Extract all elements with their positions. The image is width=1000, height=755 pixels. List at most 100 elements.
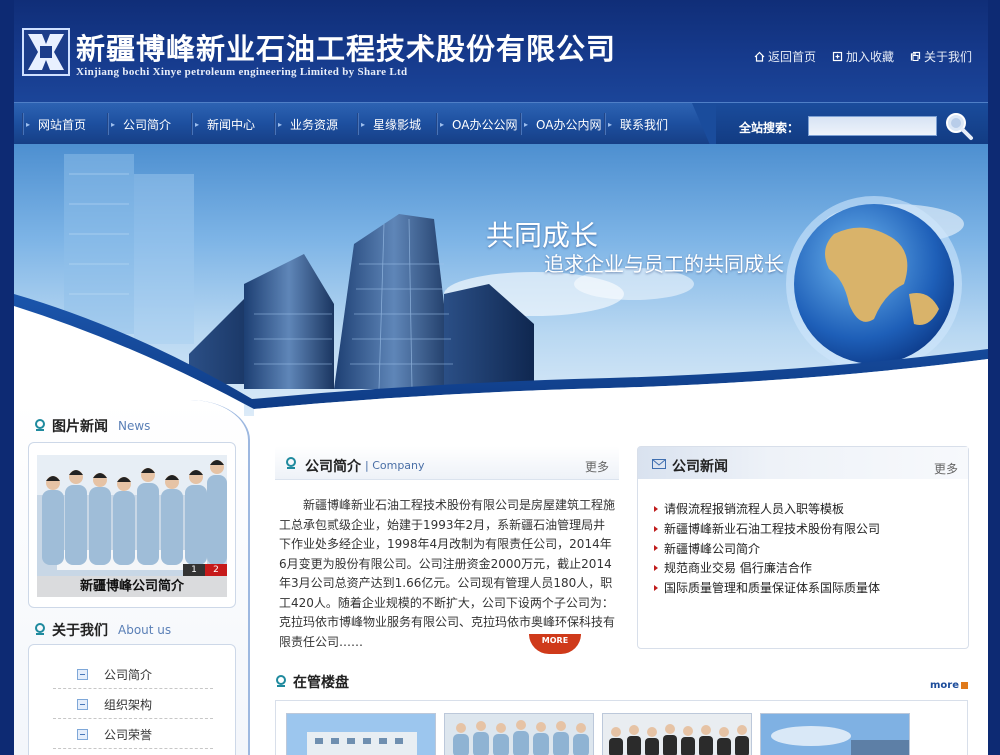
nav-separator <box>357 113 359 135</box>
company-intro-title-en-text: Company <box>372 459 425 472</box>
company-name-en: Xinjiang bochi Xinye petroleum engineeri… <box>76 66 408 78</box>
nav-label: OA办公公网 <box>452 117 518 132</box>
nav-company-intro[interactable]: ▸ 公司简介 <box>107 103 191 145</box>
building-thumb[interactable] <box>602 713 752 755</box>
pic-news-title-en: News <box>118 419 151 433</box>
news-item[interactable]: 规范商业交易 倡行廉洁合作 <box>654 558 880 578</box>
about-title-en: About us <box>118 623 172 637</box>
buildings-title: 在管楼盘 <box>293 675 349 691</box>
news-item[interactable]: 请假流程报销流程人员入职等模板 <box>654 499 880 519</box>
search-icon <box>946 113 973 140</box>
nav-separator <box>604 113 606 135</box>
banner-illustration <box>14 154 988 416</box>
company-intro-more-link[interactable]: 更多 <box>585 458 609 475</box>
about-menu: 公司简介 组织架构 公司荣誉 <box>28 644 236 755</box>
info-icon <box>910 51 921 62</box>
pic-news-heading: 图片新闻 News <box>34 416 150 436</box>
building-thumb[interactable] <box>760 713 910 755</box>
search-input[interactable] <box>808 116 937 136</box>
favorite-icon <box>832 51 843 62</box>
hero-banner: 共同成长 追求企业与员工的共同成长 <box>14 144 988 416</box>
pic-news-pager: 1 2 <box>183 564 227 576</box>
about-item-honors[interactable]: 公司荣誉 <box>53 721 213 749</box>
company-intro-title: 公司简介 <box>305 459 361 475</box>
top-links: 返回首页 加入收藏 关于我们 <box>754 48 972 65</box>
nav-news-center[interactable]: ▸ 新闻中心 <box>191 103 274 145</box>
building-thumb[interactable] <box>444 713 594 755</box>
nav-arrow-icon: ▸ <box>278 120 283 129</box>
triangle-bullet-icon <box>654 505 658 512</box>
news-item-title: 新疆博峰新业石油工程技术股份有限公司 <box>664 522 881 537</box>
about-item-label: 公司荣誉 <box>104 728 153 742</box>
news-item[interactable]: 新疆博峰新业石油工程技术股份有限公司 <box>654 519 880 539</box>
nav-business[interactable]: ▸ 业务资源 <box>274 103 357 145</box>
search-label: 全站搜索： <box>739 121 800 135</box>
nav-separator <box>107 113 109 135</box>
staff-photo <box>603 714 751 755</box>
triangle-bullet-icon <box>654 545 658 552</box>
company-intro-text: 新疆博峰新业石油工程技术股份有限公司是房屋建筑工程施工总承包贰级企业，始建于19… <box>279 498 616 649</box>
about-link[interactable]: 关于我们 <box>910 48 972 65</box>
pic-news-caption[interactable]: 新疆博峰公司简介 <box>37 576 227 597</box>
main-nav: ▸ 网站首页 ▸ 公司简介 ▸ 新闻中心 ▸ 业务资源 ▸ 星缘影城 ▸ OA办公公网 ▸ O… <box>14 102 988 145</box>
company-news-header: 公司新闻 更多 <box>638 447 968 479</box>
nav-oa-public[interactable]: ▸ OA办公公网 <box>436 103 520 145</box>
nav-separator <box>191 113 193 135</box>
pic-page-1[interactable]: 1 <box>183 564 205 576</box>
site-search: 全站搜索： <box>692 103 988 145</box>
location-pin-icon <box>35 623 45 635</box>
nav-separator <box>520 113 522 135</box>
triangle-bullet-icon <box>654 525 658 532</box>
location-pin-icon <box>276 675 286 687</box>
search-button[interactable] <box>944 111 974 141</box>
news-item-title: 请假流程报销流程人员入职等模板 <box>664 502 845 517</box>
news-item-title: 国际质量管理和质量保证体系国际质量体 <box>664 581 881 596</box>
nav-label: 公司简介 <box>123 117 172 132</box>
buildings-gallery <box>275 700 968 755</box>
nav-separator <box>436 113 438 135</box>
nav-label: OA办公内网 <box>536 117 602 132</box>
arrow-dot-icon <box>961 681 969 689</box>
company-news-more-link[interactable]: 更多 <box>934 460 958 477</box>
about-item-structure[interactable]: 组织架构 <box>53 691 213 719</box>
company-intro-title-en: | Company <box>365 459 425 472</box>
nav-oa-internal[interactable]: ▸ OA办公内网 <box>520 103 604 145</box>
nav-home[interactable]: ▸ 网站首页 <box>22 103 107 145</box>
about-item-label: 公司简介 <box>104 668 153 682</box>
news-item-title: 新疆博峰公司简介 <box>664 541 761 556</box>
home-link[interactable]: 返回首页 <box>754 48 816 65</box>
buildings-more-label: more <box>930 680 960 691</box>
banner-slogan-sub: 追求企业与员工的共同成长 <box>544 252 784 276</box>
home-icon <box>754 51 765 62</box>
nav-arrow-icon: ▸ <box>608 120 613 129</box>
company-intro-panel: 公司简介 | Company 更多 新疆博峰新业石油工程技术股份有限公司是房屋建… <box>275 446 619 654</box>
site-header: 新疆博峰新业石油工程技术股份有限公司 Xinjiang bochi Xinye … <box>14 0 988 102</box>
building-thumb[interactable] <box>286 713 436 755</box>
nav-cinema[interactable]: ▸ 星缘影城 <box>357 103 436 145</box>
news-list: 请假流程报销流程人员入职等模板 新疆博峰新业石油工程技术股份有限公司 新疆博峰公… <box>654 499 880 597</box>
search-area-divider <box>692 103 716 145</box>
nav-arrow-icon: ▸ <box>195 120 200 129</box>
nav-label: 星缘影城 <box>373 117 422 132</box>
plus-box-icon <box>77 669 88 680</box>
company-logo[interactable] <box>22 28 70 76</box>
staff-photo <box>445 714 593 755</box>
nav-label: 业务资源 <box>290 117 339 132</box>
favorite-link[interactable]: 加入收藏 <box>832 48 894 65</box>
news-item[interactable]: 新疆博峰公司简介 <box>654 538 880 558</box>
pic-page-2[interactable]: 2 <box>205 564 227 576</box>
about-link-label: 关于我们 <box>923 50 972 64</box>
triangle-bullet-icon <box>654 584 658 591</box>
home-link-label: 返回首页 <box>767 50 816 64</box>
about-heading: 关于我们 About us <box>34 620 171 640</box>
nav-separator <box>274 113 276 135</box>
nav-arrow-icon: ▸ <box>440 120 445 129</box>
pic-news-image[interactable]: 1 2 新疆博峰公司简介 <box>37 455 227 597</box>
nav-contact[interactable]: ▸ 联系我们 <box>604 103 686 145</box>
location-pin-icon <box>35 419 45 431</box>
buildings-more-link[interactable]: more <box>930 680 969 691</box>
nav-arrow-icon: ▸ <box>26 120 31 129</box>
about-item-company[interactable]: 公司简介 <box>53 661 213 689</box>
news-item[interactable]: 国际质量管理和质量保证体系国际质量体 <box>654 578 880 598</box>
company-intro-header: 公司简介 | Company 更多 <box>275 446 619 480</box>
